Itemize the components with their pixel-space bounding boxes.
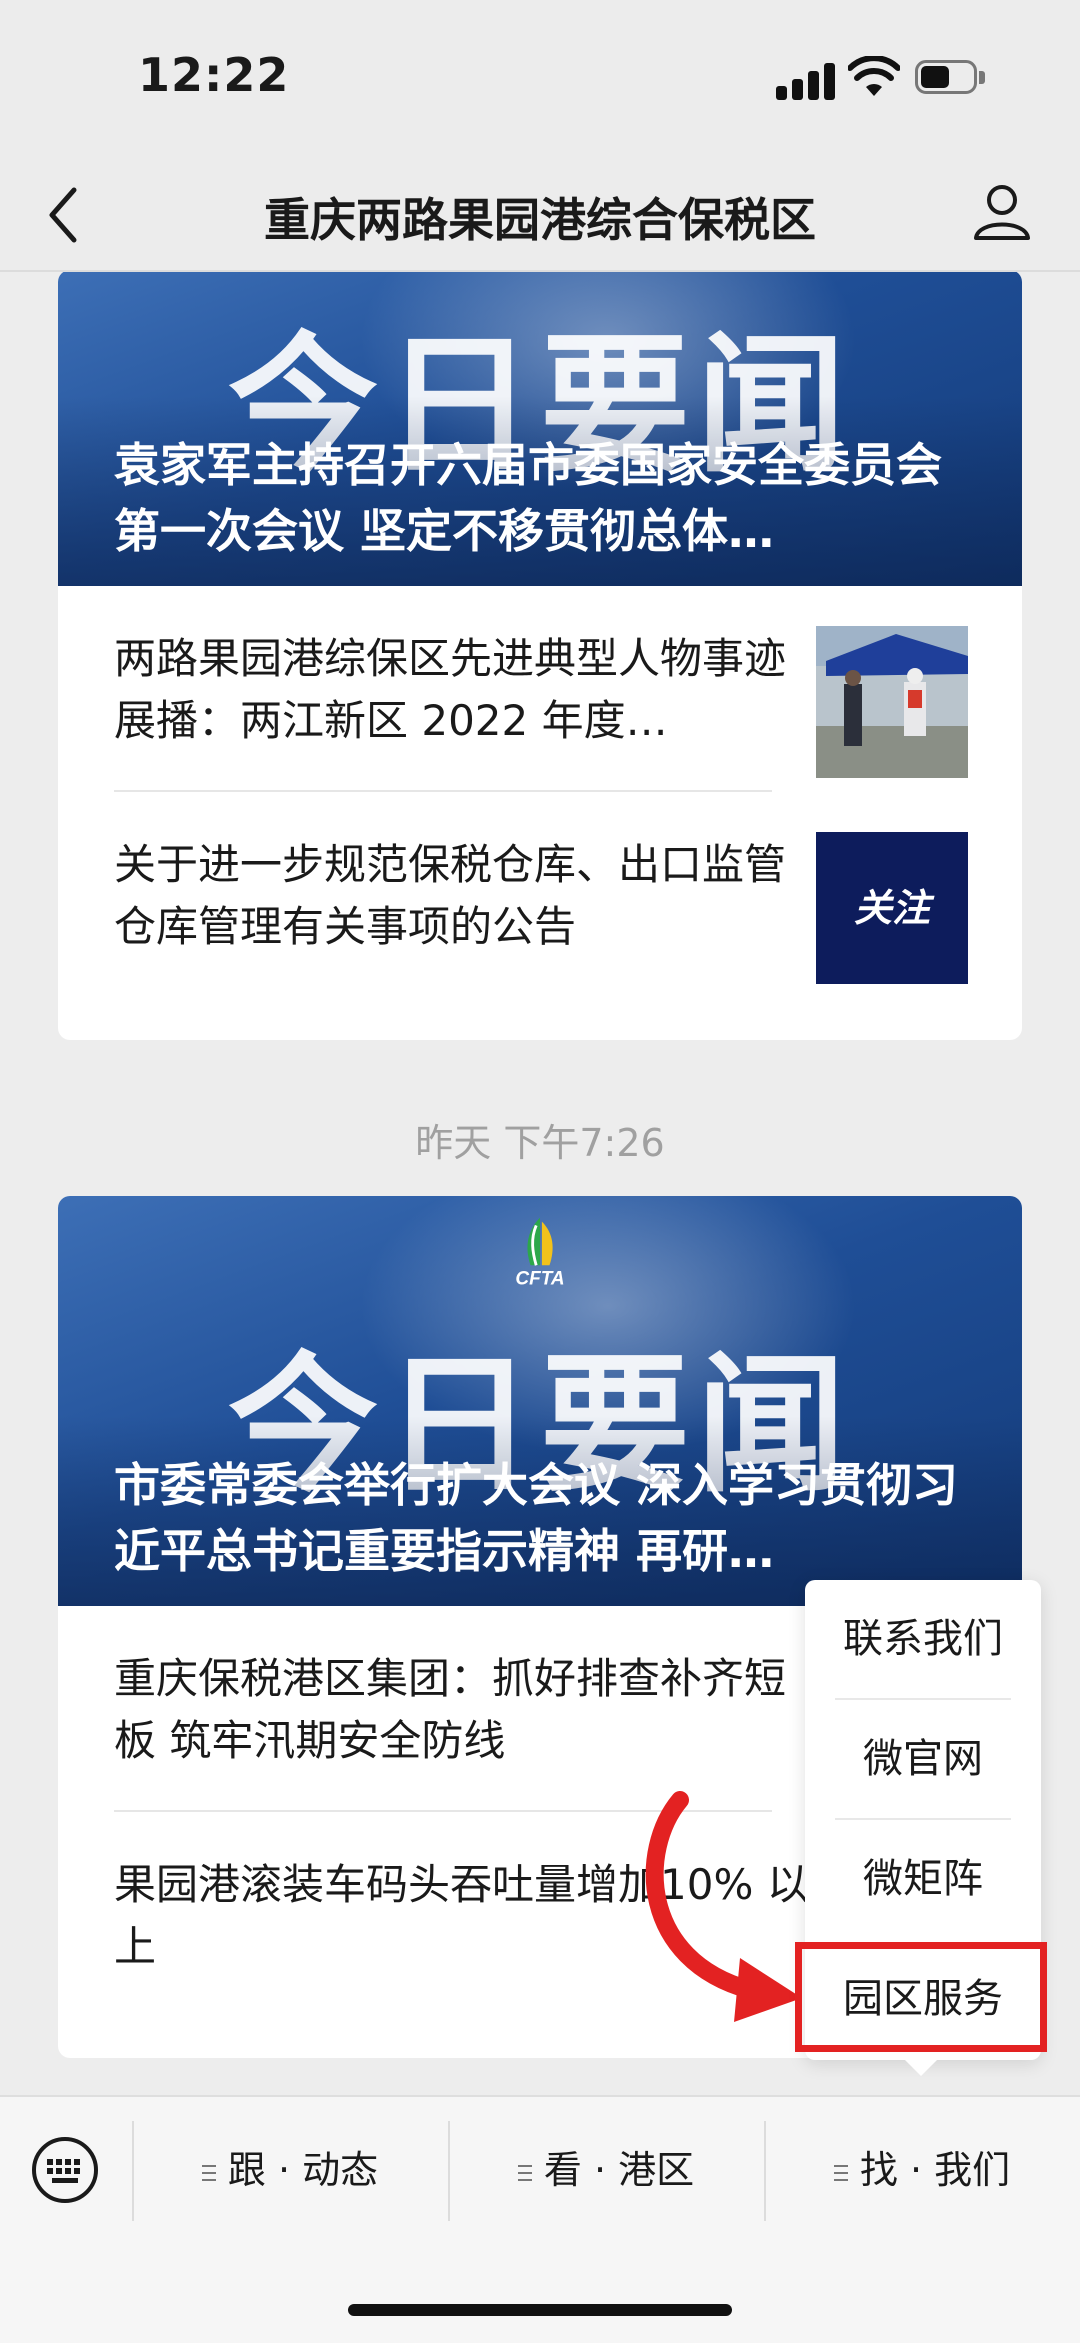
page-title: 重庆两路果园港综合保税区 xyxy=(264,193,816,247)
menu-button-view-port-area[interactable]: 看 · 港区 xyxy=(448,2107,764,2233)
wifi-icon xyxy=(848,56,900,96)
battery-icon xyxy=(915,60,987,96)
hero-article-caption: 市委常委会举行扩大会议 深入学习贯彻习近平总书记重要指示精神 再研… xyxy=(114,1458,959,1578)
article-title: 两路果园港综保区先进典型人物事迹展播：两江新区 2022 年度… xyxy=(114,634,787,745)
cellular-signal-icon xyxy=(776,60,836,100)
thumbnail-label: 关注 xyxy=(853,886,930,930)
article-group-card: 今日要闻 袁家军主持召开六届市委国家安全委员会第一次会议 坚定不移贯彻总体… 两… xyxy=(58,272,1022,1040)
status-bar: 12:22 xyxy=(0,0,1080,160)
list-item[interactable]: 关于进一步规范保税仓库、出口监管仓库管理有关事项的公告 关注 xyxy=(58,792,1022,998)
hero-article[interactable]: CFTA 今日要闻 市委常委会举行扩大会议 深入学习贯彻习近平总书记重要指示精神… xyxy=(58,1196,1022,1606)
menu-item-micro-matrix[interactable]: 微矩阵 xyxy=(805,1820,1041,1938)
home-indicator[interactable] xyxy=(348,2304,732,2316)
status-time: 12:22 xyxy=(138,48,290,102)
annotation-arrow-icon xyxy=(645,1791,802,2022)
menu-button-find-us[interactable]: 找 · 我们 xyxy=(764,2107,1080,2233)
keyboard-icon[interactable] xyxy=(30,2135,100,2205)
menu-item-micro-site[interactable]: 微官网 xyxy=(805,1700,1041,1818)
article-thumbnail-image: 关注 xyxy=(816,832,968,984)
submenu-icon xyxy=(517,2164,532,2181)
article-title: 关于进一步规范保税仓库、出口监管仓库管理有关事项的公告 xyxy=(114,840,787,951)
article-thumbnail-image xyxy=(816,626,968,778)
hero-article[interactable]: 今日要闻 袁家军主持召开六届市委国家安全委员会第一次会议 坚定不移贯彻总体… xyxy=(58,272,1022,586)
hero-article-caption: 袁家军主持召开六届市委国家安全委员会第一次会议 坚定不移贯彻总体… xyxy=(114,438,942,558)
article-title: 重庆保税港区集团：抓好排查补齐短板 筑牢汛期安全防线 xyxy=(114,1654,787,1765)
menu-item-contact-us[interactable]: 联系我们 xyxy=(805,1580,1041,1698)
submenu-icon xyxy=(201,2164,216,2181)
highlight-box xyxy=(795,1942,1047,2052)
logo-text: CFTA xyxy=(515,1268,564,1289)
profile-icon[interactable] xyxy=(972,180,1032,246)
cfta-logo-icon: CFTA xyxy=(515,1217,565,1289)
navigation-bar: 重庆两路果园港综合保税区 xyxy=(0,160,1080,272)
message-timestamp: 昨天 下午7:26 xyxy=(415,1121,665,1165)
menu-button-follow-news[interactable]: 跟 · 动态 xyxy=(132,2107,448,2233)
list-item[interactable]: 两路果园港综保区先进典型人物事迹展播：两江新区 2022 年度… xyxy=(58,586,1022,792)
submenu-icon xyxy=(833,2164,848,2181)
